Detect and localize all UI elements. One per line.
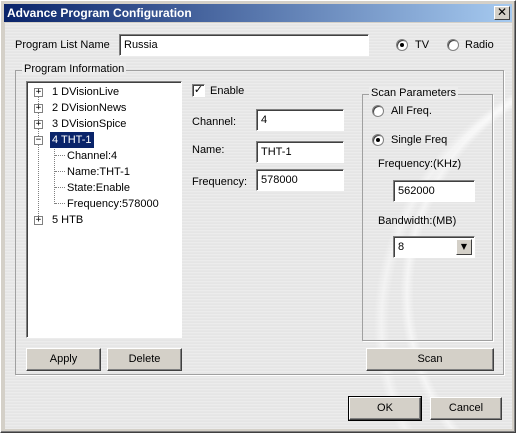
frequency-input[interactable]: 578000	[256, 169, 344, 191]
tree-child-item[interactable]: Frequency:578000	[67, 196, 159, 212]
name-input[interactable]: THT-1	[256, 141, 344, 163]
dialog-window: Advance Program Configuration ✕ Program …	[0, 0, 516, 433]
bandwidth-select[interactable]: 8 ▼	[393, 236, 475, 258]
tree-item[interactable]: + 1 DVisionLive	[27, 84, 177, 100]
tree-item-label: 5 HTB	[52, 214, 84, 226]
bandwidth-selected-value: 8	[398, 241, 405, 253]
tree-item-label: 1 DVisionLive	[52, 86, 120, 98]
tree-item-label: 3 DVisionSpice	[52, 118, 127, 130]
tree-item[interactable]: + 5 HTB	[27, 212, 177, 228]
scan-frequency-label: Frequency:(KHz)	[378, 158, 462, 170]
single-freq-label: Single Freq	[391, 134, 448, 146]
tree-connector	[54, 140, 55, 204]
tree-child-item[interactable]: Channel:4	[67, 148, 117, 164]
scan-frequency-input[interactable]: 562000	[393, 180, 475, 202]
expand-icon[interactable]: +	[34, 88, 43, 97]
tree-connector	[55, 171, 65, 172]
tv-radio[interactable]	[396, 39, 408, 51]
dialog-client-area: Program List Name Russia TV Radio Progra…	[5, 23, 512, 429]
chevron-down-icon[interactable]: ▼	[456, 239, 472, 255]
tree-item[interactable]: + 2 DVisionNews	[27, 100, 177, 116]
tree-connector	[55, 187, 65, 188]
enable-checkbox[interactable]: ✓	[192, 84, 205, 97]
tree-item-label: 4 THT-1	[50, 132, 94, 148]
expand-icon[interactable]: +	[34, 216, 43, 225]
bandwidth-label: Bandwidth:(MB)	[378, 215, 457, 227]
tree-child-item[interactable]: Name:THT-1	[67, 164, 130, 180]
close-icon: ✕	[496, 5, 508, 19]
close-button[interactable]: ✕	[494, 6, 510, 20]
tv-radio-label: TV	[415, 39, 430, 51]
frequency-label: Frequency:	[192, 176, 248, 188]
title-bar[interactable]: Advance Program Configuration ✕	[4, 4, 512, 22]
scan-parameters-title: Scan Parameters	[369, 87, 458, 99]
scan-button[interactable]: Scan	[366, 348, 494, 371]
channel-label: Channel:	[192, 116, 237, 128]
tree-item[interactable]: + 3 DVisionSpice	[27, 116, 177, 132]
expand-icon[interactable]: +	[34, 120, 43, 129]
tree-child-item[interactable]: State:Enable	[67, 180, 130, 196]
program-list-name-input[interactable]: Russia	[119, 34, 369, 56]
channel-input[interactable]: 4	[256, 109, 344, 131]
delete-button[interactable]: Delete	[107, 348, 182, 371]
all-freq-radio[interactable]	[372, 105, 384, 117]
program-tree[interactable]: + 1 DVisionLive + 2 DVisionNews + 3 DVis…	[26, 81, 182, 338]
all-freq-label: All Freq.	[391, 105, 432, 117]
apply-button[interactable]: Apply	[26, 348, 101, 371]
window-title: Advance Program Configuration	[7, 6, 192, 20]
enable-label: Enable	[210, 85, 245, 97]
name-label: Name:	[192, 144, 225, 156]
tree-item-label: 2 DVisionNews	[52, 102, 127, 114]
cancel-button[interactable]: Cancel	[430, 397, 502, 420]
collapse-icon[interactable]: −	[34, 136, 43, 145]
single-freq-radio[interactable]	[372, 134, 384, 146]
program-list-name-label: Program List Name	[15, 39, 110, 51]
ok-button[interactable]: OK	[348, 396, 422, 421]
tree-connector	[55, 155, 65, 156]
program-information-title: Program Information	[22, 63, 127, 75]
radio-radio-label: Radio	[465, 39, 494, 51]
tree-connector	[55, 203, 65, 204]
expand-icon[interactable]: +	[34, 104, 43, 113]
tree-item-selected[interactable]: − 4 THT-1	[27, 132, 177, 148]
radio-radio[interactable]	[447, 39, 459, 51]
